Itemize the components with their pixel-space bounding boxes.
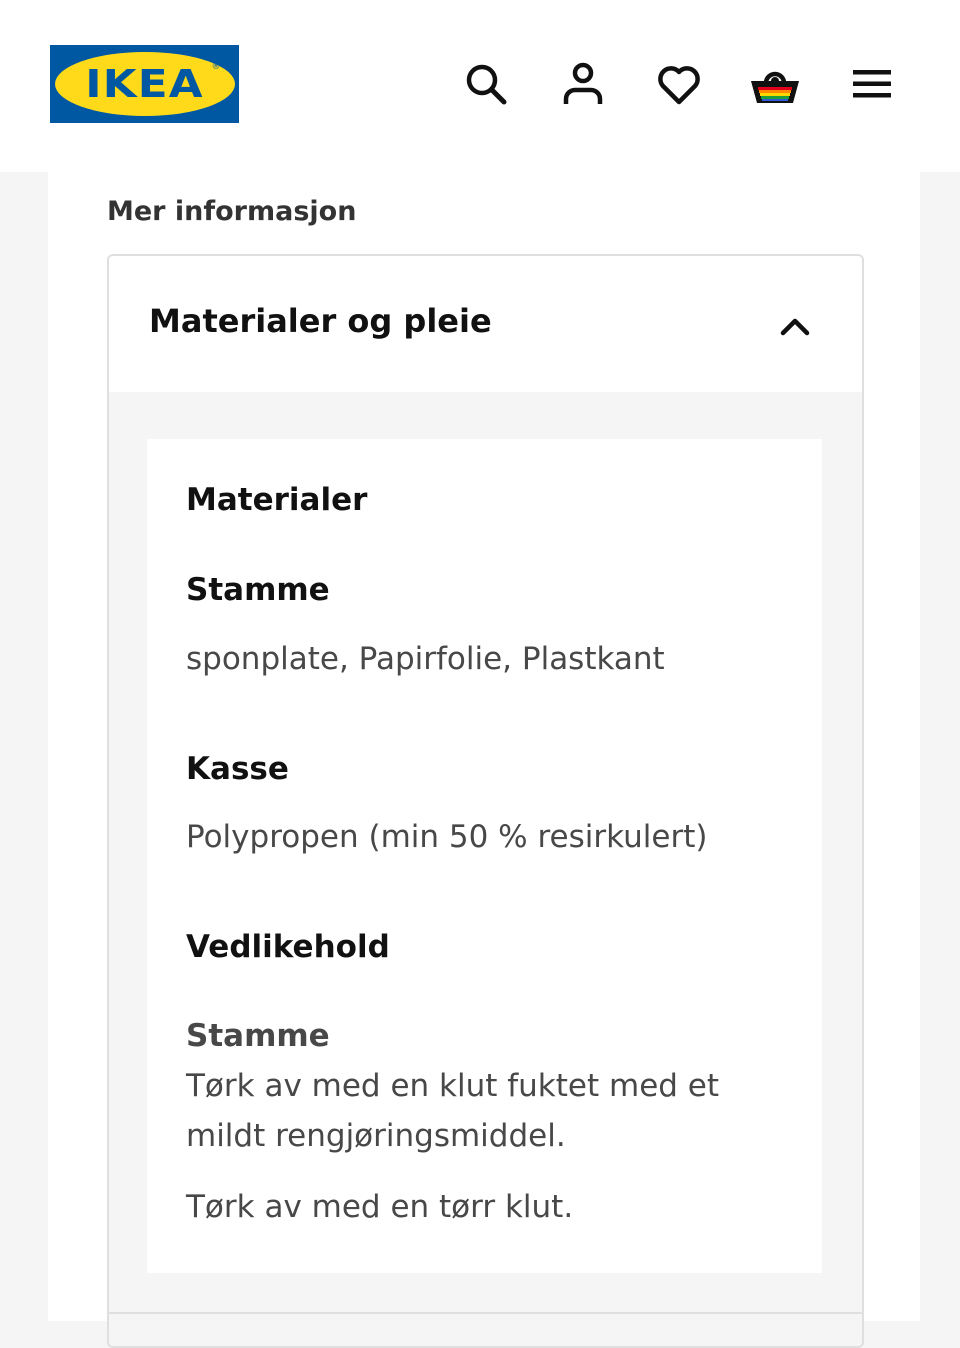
cart-button[interactable]: [747, 56, 803, 112]
material-part-value: Polypropen (min 50 % resirkulert): [186, 819, 708, 855]
search-button[interactable]: [458, 56, 514, 112]
account-button[interactable]: [555, 56, 611, 112]
site-header: IKEA ®: [0, 0, 960, 172]
care-heading: Vedlikehold: [186, 929, 390, 965]
logo-registered-mark: ®: [211, 62, 221, 72]
divider: [107, 1312, 862, 1314]
accordion-content-card: Materialer Stamme sponplate, Papirfolie,…: [147, 439, 822, 1273]
search-icon: [466, 64, 507, 105]
favorites-button[interactable]: [651, 56, 707, 112]
section-heading: Mer informasjon: [107, 196, 357, 227]
material-part-label: Stamme: [186, 572, 330, 608]
material-part-value: sponplate, Papirfolie, Plastkant: [186, 641, 665, 677]
material-part-label: Kasse: [186, 751, 289, 787]
user-icon: [563, 62, 603, 104]
materials-heading: Materialer: [186, 482, 368, 518]
menu-icon: [853, 70, 891, 98]
care-instruction-line: mildt rengjøringsmiddel.: [186, 1118, 566, 1154]
logo-text: IKEA: [85, 62, 204, 106]
chevron-up-icon[interactable]: [777, 308, 813, 344]
logo-ellipse: IKEA ®: [54, 52, 235, 116]
accordion-title: Materialer og pleie: [149, 302, 492, 340]
ikea-logo[interactable]: IKEA ®: [50, 45, 239, 123]
menu-button[interactable]: [844, 56, 900, 112]
heart-icon: [658, 66, 700, 105]
accordion-header[interactable]: Materialer og pleie: [109, 256, 862, 392]
care-instruction-line: Tørk av med en klut fuktet med et: [186, 1068, 720, 1104]
basket-icon: [751, 71, 799, 103]
care-instruction-extra: Tørk av med en tørr klut.: [186, 1189, 574, 1225]
care-part-label: Stamme: [186, 1018, 330, 1054]
